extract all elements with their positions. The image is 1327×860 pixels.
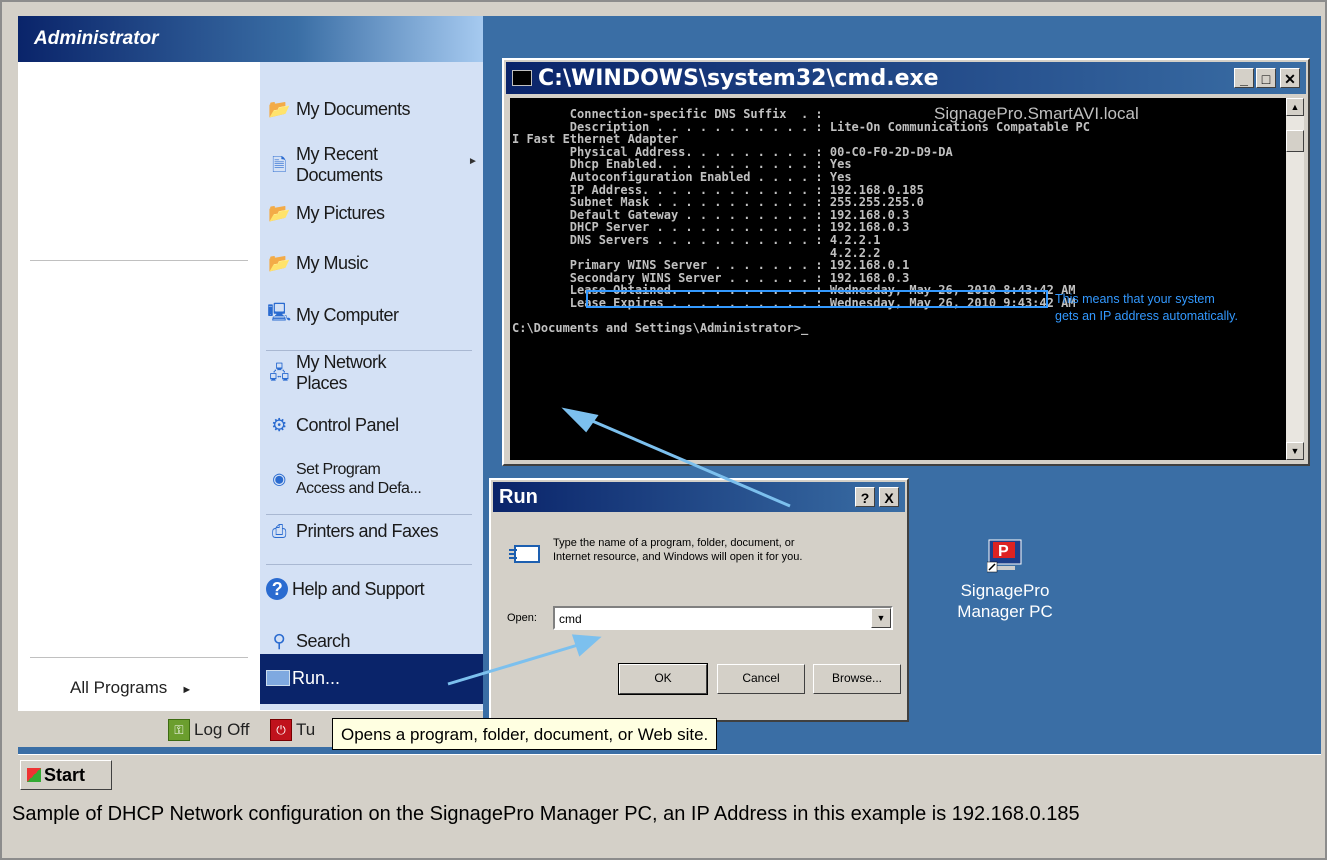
run-icon: [266, 670, 290, 686]
svg-text:P: P: [998, 543, 1009, 560]
printer-icon: ⎙: [272, 520, 286, 541]
divider: [30, 260, 248, 261]
menu-item-label: My Network Places: [296, 352, 387, 393]
turn-off-label: Tu: [296, 720, 316, 739]
start-menu-header: Administrator: [18, 16, 483, 62]
menu-item-label: My Pictures: [296, 202, 385, 223]
menu-item-my-computer[interactable]: 🖳 My Computer: [266, 302, 399, 328]
power-icon: ⏻: [270, 719, 292, 741]
run-icon: [509, 542, 541, 566]
menu-item-my-documents[interactable]: 📂 My Documents: [266, 96, 411, 122]
minimize-button[interactable]: _: [1234, 68, 1254, 88]
all-programs-label: All Programs: [70, 678, 168, 697]
menu-item-label: My Music: [296, 252, 369, 273]
windows-logo-icon: [27, 768, 41, 782]
divider: [266, 514, 472, 515]
open-input[interactable]: cmd ▼: [553, 606, 893, 630]
log-off-label: Log Off: [194, 720, 250, 739]
desktop: P SignagePro Manager PC C:\WINDOWS\syste…: [18, 16, 1321, 796]
menu-item-my-music[interactable]: 📂 My Music: [266, 250, 368, 276]
desktop-icon-label: SignagePro Manager PC: [957, 581, 1053, 621]
menu-item-set-program-access-and-defa[interactable]: ◉ Set Program Access and Defa...: [266, 460, 422, 498]
menu-item-label: Printers and Faxes: [296, 520, 439, 541]
turn-off-button[interactable]: ⏻ Tu: [270, 719, 315, 741]
dhcp-annotation: This means that your system gets an IP a…: [1055, 292, 1238, 323]
run-dialog[interactable]: Run ? X Type the name of a program, fold…: [489, 478, 909, 722]
run-close-button[interactable]: X: [879, 487, 899, 507]
user-name: Administrator: [34, 28, 159, 49]
submenu-arrow-icon: ►: [468, 156, 478, 167]
all-programs-button[interactable]: All Programs ►: [70, 678, 192, 698]
browse-button[interactable]: Browse...: [813, 664, 901, 694]
computer-icon: 🖳: [267, 302, 291, 322]
start-menu-right-pane: ► Run... 📂 My Documents 🗎 My Recent Documen…: [260, 62, 483, 710]
menu-item-label: Help and Support: [292, 578, 425, 599]
menu-item-label: Run...: [292, 668, 341, 688]
open-label: Open:: [507, 612, 537, 624]
signagepro-app-icon: P: [986, 538, 1023, 574]
desktop-icon-signagepro[interactable]: P SignagePro Manager PC: [942, 538, 1068, 622]
menu-item-my-recent-documents[interactable]: 🗎 My Recent Documents: [266, 144, 383, 186]
divider: [30, 657, 248, 658]
menu-item-my-network-places[interactable]: 🖧 My Network Places: [266, 352, 386, 394]
help-icon: ?: [266, 578, 288, 600]
maximize-button[interactable]: □: [1256, 68, 1276, 88]
start-menu-left-pane: All Programs ►: [18, 62, 261, 710]
recent-documents-icon: 🗎: [272, 154, 286, 175]
cancel-button[interactable]: Cancel: [717, 664, 805, 694]
menu-item-printers-and-faxes[interactable]: ⎙ Printers and Faxes: [266, 518, 439, 544]
menu-item-run[interactable]: Run...: [260, 654, 483, 704]
scroll-thumb[interactable]: [1286, 130, 1304, 152]
control-panel-icon: ⚙: [271, 414, 287, 435]
open-input-value: cmd: [559, 612, 582, 626]
folder-icon: 📂: [268, 98, 290, 119]
network-icon: 🖧: [269, 362, 289, 383]
menu-item-search[interactable]: ⚲ Search: [266, 628, 351, 654]
log-off-button[interactable]: ⚿ Log Off: [168, 719, 249, 741]
triangle-right-icon: ►: [181, 684, 193, 696]
start-button[interactable]: Start: [20, 760, 112, 790]
menu-item-control-panel[interactable]: ⚙ Control Panel: [266, 412, 399, 438]
menu-item-my-pictures[interactable]: 📂 My Pictures: [266, 200, 385, 226]
start-label: Start: [44, 764, 86, 785]
menu-item-label: Set Program Access and Defa...: [296, 461, 422, 497]
cmd-window[interactable]: C:\WINDOWS\system32\cmd.exe _ □ ✕ Connec…: [502, 58, 1310, 466]
menu-item-label: Control Panel: [296, 414, 399, 435]
figure-frame: P SignagePro Manager PC C:\WINDOWS\syste…: [0, 0, 1327, 860]
run-title-bar[interactable]: Run ? X: [493, 482, 905, 512]
folder-icon: 📂: [268, 202, 290, 223]
divider: [266, 350, 472, 351]
ok-button[interactable]: OK: [618, 663, 708, 695]
figure-caption: Sample of DHCP Network configuration on …: [12, 803, 1080, 825]
run-description: Type the name of a program, folder, docu…: [553, 537, 803, 563]
menu-item-label: Search: [296, 630, 351, 651]
menu-item-label: My Documents: [296, 98, 411, 119]
cmd-console[interactable]: Connection-specific DNS Suffix . : Descr…: [510, 98, 1286, 460]
cmd-title: C:\WINDOWS\system32\cmd.exe: [538, 66, 939, 91]
search-icon: ⚲: [272, 630, 286, 651]
scroll-up-button[interactable]: ▲: [1286, 98, 1304, 116]
cmd-scrollbar[interactable]: ▲ ▼: [1286, 98, 1304, 460]
console-icon: [512, 70, 532, 86]
divider: [266, 564, 472, 565]
dhcp-server-highlight: [586, 290, 1048, 308]
dns-suffix-value: SignagePro.SmartAVI.local: [934, 104, 1139, 123]
scroll-down-button[interactable]: ▼: [1286, 442, 1304, 460]
taskbar: Start: [18, 754, 1321, 796]
chevron-down-icon[interactable]: ▼: [871, 608, 891, 628]
run-tooltip: Opens a program, folder, document, or We…: [332, 718, 718, 750]
help-button[interactable]: ?: [855, 487, 875, 507]
screenshot: P SignagePro Manager PC C:\WINDOWS\syste…: [18, 16, 1321, 796]
cmd-title-bar[interactable]: C:\WINDOWS\system32\cmd.exe _ □ ✕: [506, 62, 1306, 94]
folder-icon: 📂: [268, 252, 290, 273]
key-icon: ⚿: [168, 719, 190, 741]
menu-item-label: My Computer: [296, 304, 399, 325]
globe-icon: ◉: [272, 470, 286, 488]
run-title: Run: [499, 486, 538, 508]
menu-item-help-and-support[interactable]: ? Help and Support: [266, 578, 425, 600]
menu-item-label: My Recent Documents: [296, 144, 383, 185]
close-button[interactable]: ✕: [1280, 68, 1300, 88]
